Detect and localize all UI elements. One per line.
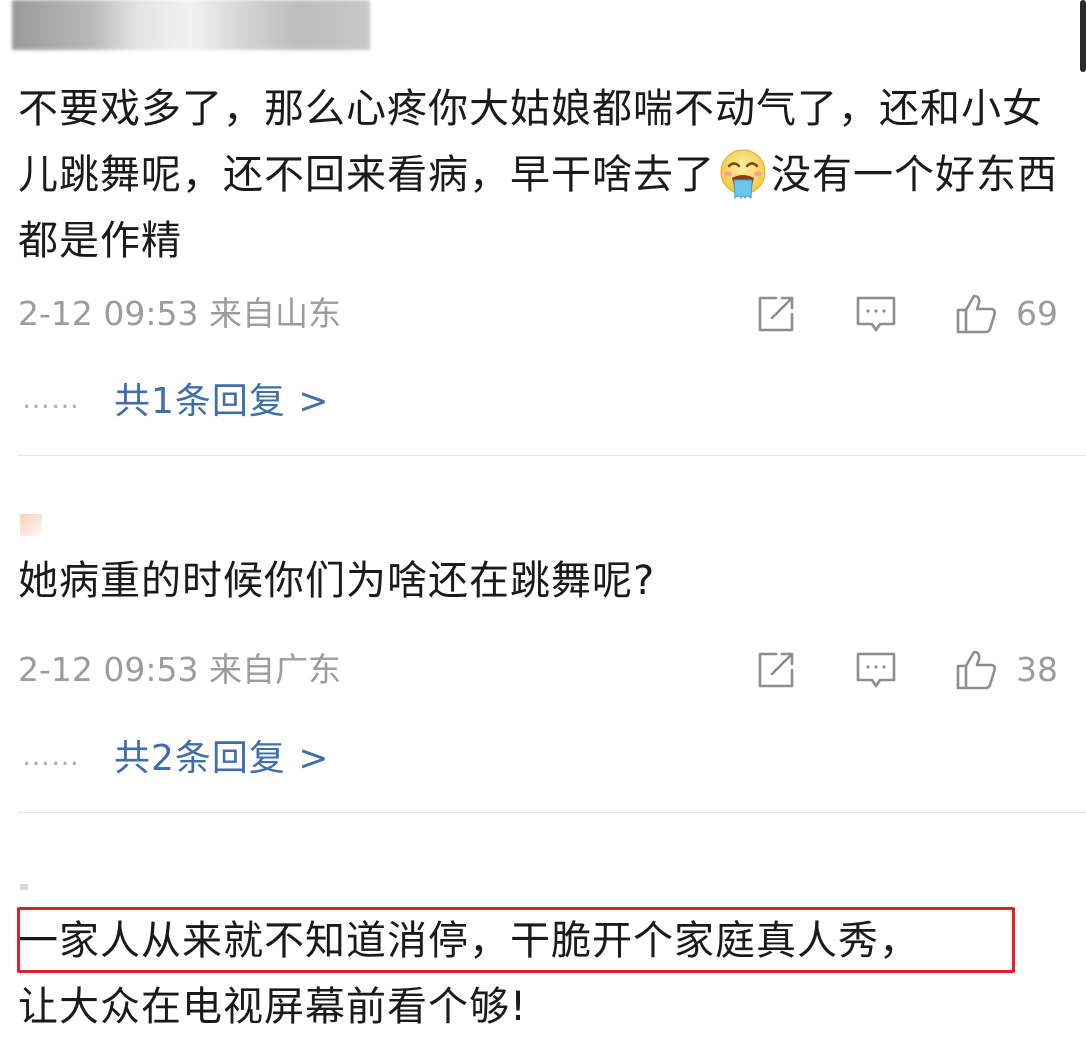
comment-1-time: 2-12 09:53 [18,294,199,333]
comment-1-reply-row: …… 共1条回复 > [22,376,330,422]
divider [18,455,1086,456]
comment-2-text: 她病重的时候你们为啥还在跳舞呢? [18,558,656,604]
comment-1-location: 来自山东 [209,294,341,333]
scrollbar[interactable] [1080,0,1086,72]
comment-1-text: 不要戏多了，那么心疼你大姑娘都喘不动气了，还和小女儿跳舞呢，还不回来看病，早干啥… [18,76,1058,274]
share-icon[interactable] [754,292,798,336]
reply-dots: …… [22,738,80,772]
comment-2-like-count: 38 [1016,650,1058,689]
blurred-username [12,0,370,50]
comment-2-like-button[interactable]: 38 [954,648,1058,692]
comment-1-like-count: 69 [1016,294,1058,333]
vomit-face-emoji-icon [720,149,766,200]
comment-2-reply-row: …… 共2条回复 > [22,733,330,779]
thumbs-up-icon[interactable] [954,648,998,692]
comment-2-meta: 2-12 09:53 来自广东 [18,648,341,692]
comment-1-like-button[interactable]: 69 [954,292,1058,336]
highlight-box [17,907,1015,973]
thumbs-up-icon[interactable] [954,292,998,336]
divider [18,812,1086,813]
avatar[interactable] [20,884,28,890]
comment-1-actions: 69 [698,290,1058,338]
comment-2-replies-link[interactable]: 共2条回复 > [114,729,330,781]
comment-icon[interactable] [854,292,898,336]
comment-1-meta: 2-12 09:53 来自山东 [18,292,341,336]
share-icon[interactable] [754,648,798,692]
reply-dots: …… [22,381,80,415]
comment-3-line-2: 让大众在电视屏幕前看个够! [18,984,528,1030]
comment-icon[interactable] [854,648,898,692]
comment-2-actions: 38 [698,646,1058,694]
comment-2-time: 2-12 09:53 [18,650,199,689]
avatar[interactable] [20,514,42,536]
comment-1-replies-link[interactable]: 共1条回复 > [114,372,330,424]
comment-2-location: 来自广东 [209,650,341,689]
